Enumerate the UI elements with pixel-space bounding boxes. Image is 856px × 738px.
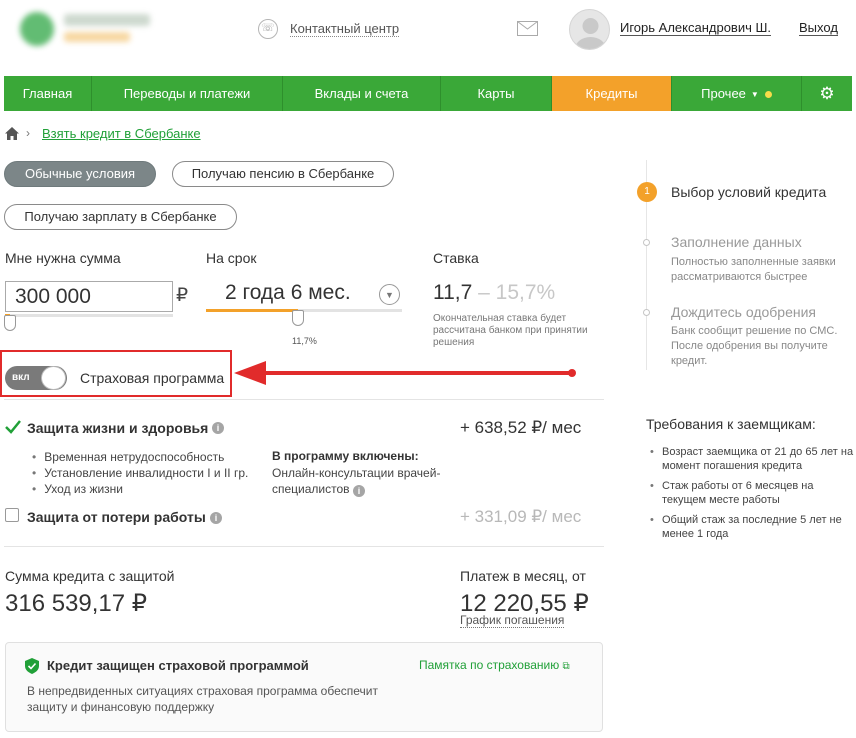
- toggle-state-label: вкл: [12, 372, 30, 383]
- term-select[interactable]: 2 года 6 мес.: [225, 281, 351, 305]
- amount-input[interactable]: 300 000: [5, 281, 173, 312]
- contact-center-link[interactable]: Контактный центр: [290, 21, 400, 37]
- term-slider-handle[interactable]: [292, 310, 304, 326]
- step-description: Полностью заполненные заявки рассматрива…: [671, 256, 836, 283]
- main-nav: Главная Переводы и платежи Вклады и счет…: [4, 76, 852, 111]
- list-item: Уход из жизни: [32, 481, 248, 497]
- list-item: Временная нетрудоспособность: [32, 449, 248, 465]
- credit-sum-label: Сумма кредита с защитой: [5, 568, 175, 584]
- home-icon[interactable]: [5, 127, 19, 140]
- info-icon[interactable]: i: [212, 422, 224, 434]
- phone-icon: ☏: [258, 19, 278, 39]
- protection-title: Кредит защищен страховой программой: [47, 658, 309, 673]
- job-protection-title: Защита от потери работы: [27, 509, 206, 525]
- monthly-payment-label: Платеж в месяц, от: [460, 568, 586, 584]
- step-title: Выбор условий кредита: [671, 184, 827, 200]
- step-title: Дождитесь одобрения: [671, 304, 817, 320]
- credit-sum-value: 316 539,17 ₽: [5, 590, 148, 617]
- red-arrow-annotation: [234, 361, 576, 385]
- pill-pension[interactable]: Получаю пенсию в Сбербанке: [172, 161, 394, 187]
- pill-regular-conditions[interactable]: Обычные условия: [4, 161, 156, 187]
- user-name-link[interactable]: Игорь Александрович Ш.: [620, 20, 771, 36]
- info-icon[interactable]: i: [353, 485, 365, 497]
- sberbank-logo[interactable]: [20, 8, 160, 46]
- mail-icon[interactable]: [517, 21, 538, 36]
- requirements-title: Требования к заемщикам:: [646, 416, 816, 432]
- avatar[interactable]: [569, 9, 610, 50]
- nav-item-home[interactable]: Главная: [4, 76, 92, 111]
- job-protection-checkbox[interactable]: [5, 508, 19, 522]
- nav-item-credits[interactable]: Кредиты: [552, 76, 672, 111]
- insurance-memo-link[interactable]: Памятка по страхованию ⧉: [419, 658, 570, 672]
- schedule-link[interactable]: График погашения: [460, 613, 565, 628]
- currency-sign: ₽: [176, 285, 189, 306]
- step-description: Банк сообщит решение по СМС. После одобр…: [671, 325, 838, 367]
- nav-item-other[interactable]: Прочее ▼: [672, 76, 802, 111]
- amount-slider-track[interactable]: [5, 314, 173, 317]
- logout-link[interactable]: Выход: [799, 20, 838, 36]
- shield-check-icon: [25, 658, 39, 674]
- list-item: Возраст заемщика от 21 до 65 лет на моме…: [648, 445, 856, 473]
- rate-note: Окончательная ставка будет рассчитана ба…: [433, 313, 588, 348]
- nav-item-cards[interactable]: Карты: [441, 76, 552, 111]
- amount-label: Мне нужна сумма: [5, 250, 121, 266]
- breadcrumb-separator: ›: [26, 126, 30, 140]
- step-number-badge: 1: [637, 182, 657, 202]
- protection-text: В непредвиденных ситуациях страховая про…: [27, 684, 378, 714]
- external-link-icon: ⧉: [562, 661, 570, 672]
- requirements-list: Возраст заемщика от 21 до 65 лет на моме…: [648, 445, 856, 547]
- term-label: На срок: [206, 250, 257, 266]
- included-title: В программу включены:: [272, 449, 419, 463]
- gear-icon: ⚙: [819, 84, 835, 103]
- pill-salary[interactable]: Получаю зарплату в Сбербанке: [4, 204, 237, 230]
- rate-label: Ставка: [433, 250, 479, 266]
- breadcrumb-link[interactable]: Взять кредит в Сбербанке: [42, 126, 201, 141]
- rate-value: 11,7 – 15,7%: [433, 281, 556, 304]
- life-protection-list: Временная нетрудоспособность Установлени…: [32, 449, 248, 497]
- step-dot: [643, 309, 650, 316]
- caret-down-icon: ▼: [750, 90, 759, 100]
- life-protection-title: Защита жизни и здоровья: [27, 420, 209, 436]
- rate-range: – 15,7%: [478, 281, 556, 304]
- list-item: Установление инвалидности I и II гр.: [32, 465, 248, 481]
- nav-item-transfers[interactable]: Переводы и платежи: [92, 76, 283, 111]
- step-dot: [643, 239, 650, 246]
- term-tick-label: 11,7%: [292, 336, 317, 346]
- life-protection-price: + 638,52 ₽/ мес: [460, 418, 582, 437]
- divider: [4, 546, 604, 547]
- settings-button[interactable]: ⚙: [802, 76, 852, 111]
- job-protection-price: + 331,09 ₽/ мес: [460, 507, 582, 526]
- nav-item-deposits[interactable]: Вклады и счета: [283, 76, 441, 111]
- term-slider-fill: [206, 309, 298, 312]
- step-title: Заполнение данных: [671, 234, 802, 250]
- chevron-down-icon[interactable]: ▼: [379, 284, 400, 305]
- toggle-knob[interactable]: [41, 366, 66, 390]
- insurance-program-label: Страховая программа: [80, 370, 225, 386]
- list-item: Общий стаж за последние 5 лет не менее 1…: [648, 513, 856, 541]
- amount-slider-handle[interactable]: [4, 315, 16, 331]
- list-item: Стаж работы от 6 месяцев на текущем мест…: [648, 479, 856, 507]
- checkmark-icon[interactable]: [5, 420, 21, 434]
- divider: [4, 399, 604, 400]
- info-icon[interactable]: i: [210, 512, 222, 524]
- notification-dot: [764, 91, 772, 99]
